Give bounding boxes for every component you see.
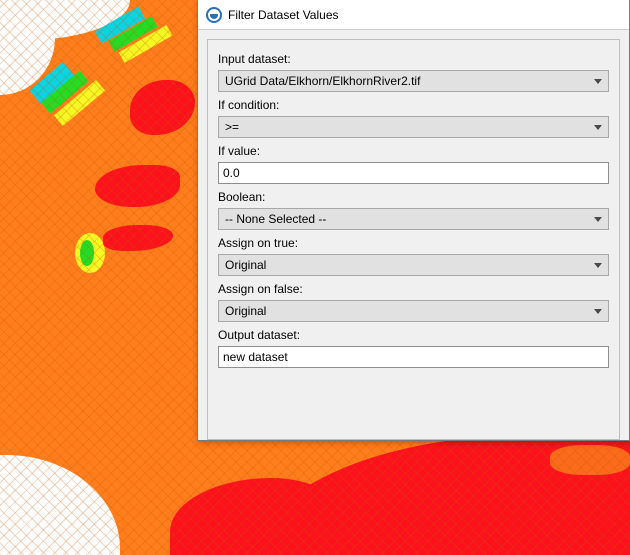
label-if-value: If value: bbox=[218, 144, 609, 158]
map-green-blob bbox=[80, 240, 94, 266]
chevron-down-icon bbox=[594, 125, 602, 130]
select-assign-on-false[interactable]: Original bbox=[218, 300, 609, 322]
label-output-dataset: Output dataset: bbox=[218, 328, 609, 342]
dialog-title: Filter Dataset Values bbox=[228, 8, 339, 22]
map-dark-orange-blob bbox=[550, 445, 630, 475]
map-land-sw bbox=[0, 455, 120, 555]
app-icon bbox=[206, 7, 222, 23]
label-assign-on-false: Assign on false: bbox=[218, 282, 609, 296]
select-input-dataset-value: UGrid Data/Elkhorn/ElkhornRiver2.tif bbox=[225, 74, 420, 88]
select-boolean-value: -- None Selected -- bbox=[225, 212, 326, 226]
dialog-body: Input dataset: UGrid Data/Elkhorn/Elkhor… bbox=[207, 39, 620, 440]
select-assign-on-true[interactable]: Original bbox=[218, 254, 609, 276]
label-input-dataset: Input dataset: bbox=[218, 52, 609, 66]
select-assign-on-true-value: Original bbox=[225, 258, 266, 272]
label-boolean: Boolean: bbox=[218, 190, 609, 204]
map-red-mass-s bbox=[170, 478, 340, 555]
select-if-condition-value: >= bbox=[225, 120, 239, 134]
input-if-value[interactable] bbox=[218, 162, 609, 184]
input-output-dataset[interactable] bbox=[218, 346, 609, 368]
map-red-blob-1 bbox=[130, 80, 195, 135]
select-input-dataset[interactable]: UGrid Data/Elkhorn/ElkhornRiver2.tif bbox=[218, 70, 609, 92]
dialog-titlebar[interactable]: Filter Dataset Values bbox=[198, 0, 629, 30]
select-if-condition[interactable]: >= bbox=[218, 116, 609, 138]
label-if-condition: If condition: bbox=[218, 98, 609, 112]
map-red-blob-2 bbox=[95, 165, 180, 207]
select-assign-on-false-value: Original bbox=[225, 304, 266, 318]
filter-dataset-dialog: Filter Dataset Values Input dataset: UGr… bbox=[197, 0, 630, 441]
chevron-down-icon bbox=[594, 263, 602, 268]
select-boolean[interactable]: -- None Selected -- bbox=[218, 208, 609, 230]
chevron-down-icon bbox=[594, 217, 602, 222]
chevron-down-icon bbox=[594, 79, 602, 84]
chevron-down-icon bbox=[594, 309, 602, 314]
map-red-blob-3 bbox=[103, 225, 173, 251]
label-assign-on-true: Assign on true: bbox=[218, 236, 609, 250]
